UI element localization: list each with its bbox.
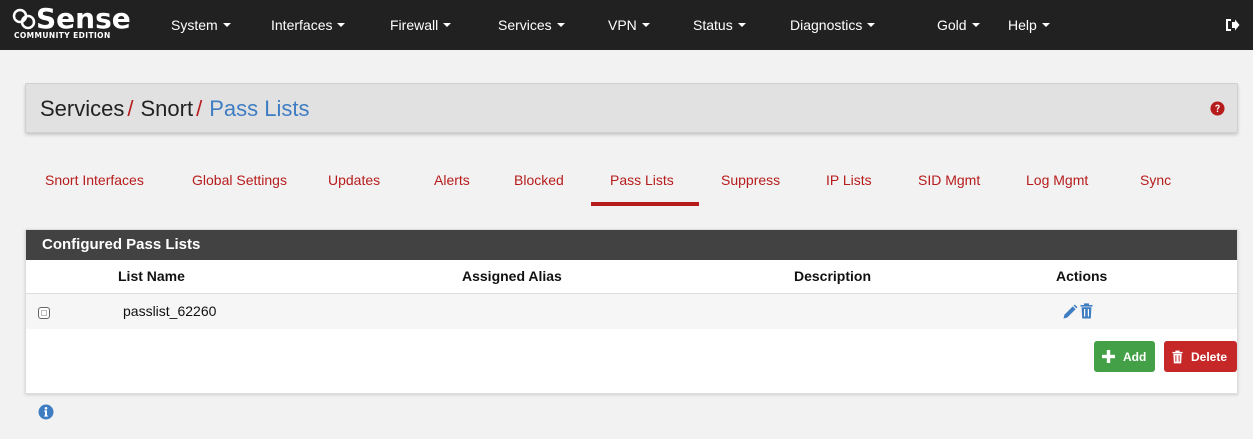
nav-help[interactable]: Help [1008,17,1050,33]
nav-status[interactable]: Status [693,17,746,33]
nav-system-label: System [171,17,218,33]
breadcrumb-pass-lists[interactable]: Pass Lists [209,96,309,121]
pfsense-logo[interactable]: Sense COMMUNITY EDITION [12,2,142,46]
tab-sid-mgmt[interactable]: SID Mgmt [918,172,980,188]
caret-down-icon [222,23,231,28]
logo-text: Sense [36,2,131,35]
sign-out-icon[interactable] [1223,16,1241,34]
panel-title: Configured Pass Lists [26,230,1237,260]
tab-updates[interactable]: Updates [328,172,380,188]
tab-suppress[interactable]: Suppress [721,172,780,188]
tab-sync[interactable]: Sync [1140,172,1171,188]
nav-gold-label: Gold [937,17,967,33]
tab-alerts[interactable]: Alerts [434,172,470,188]
breadcrumb-panel: Services / Snort / Pass Lists [25,83,1238,133]
breadcrumb-services[interactable]: Services [40,96,124,121]
column-header-description: Description [794,268,872,284]
caret-down-icon [971,23,980,28]
breadcrumb-separator: / [196,96,203,121]
nav-status-label: Status [693,17,733,33]
tab-global-settings[interactable]: Global Settings [192,172,287,188]
tab-blocked[interactable]: Blocked [514,172,564,188]
nav-gold[interactable]: Gold [937,17,980,33]
delete-button[interactable]: Delete [1164,341,1237,372]
nav-interfaces[interactable]: Interfaces [271,17,346,33]
tab-pass-lists[interactable]: Pass Lists [610,172,674,188]
tab-ip-lists[interactable]: IP Lists [826,172,872,188]
nav-vpn[interactable]: VPN [608,17,650,33]
caret-down-icon [641,23,650,28]
nav-firewall[interactable]: Firewall [390,17,452,33]
nav-diagnostics-label: Diagnostics [790,17,863,33]
active-tab-indicator [591,202,699,206]
tab-log-mgmt[interactable]: Log Mgmt [1026,172,1088,188]
caret-down-icon [443,23,452,28]
column-header-list-name: List Name [118,268,185,284]
column-header-assigned-alias: Assigned Alias [462,268,562,284]
logo-edition: COMMUNITY EDITION [14,31,111,40]
nav-diagnostics[interactable]: Diagnostics [790,17,876,33]
caret-down-icon [337,23,346,28]
row-select-checkbox[interactable] [38,307,50,319]
cell-list-name: passlist_62260 [123,303,217,319]
plus-icon [1102,350,1115,363]
breadcrumb-snort[interactable]: Snort [140,96,193,121]
breadcrumb-separator: / [127,96,134,121]
nav-system[interactable]: System [171,17,231,33]
column-header-actions: Actions [1056,268,1108,284]
delete-button-label: Delete [1191,349,1228,364]
caret-down-icon [867,23,876,28]
pass-lists-panel: Configured Pass Lists List Name Assigned… [25,229,1238,394]
nav-firewall-label: Firewall [390,17,439,33]
tab-snort-interfaces[interactable]: Snort Interfaces [45,172,144,188]
nav-interfaces-label: Interfaces [271,17,333,33]
caret-down-icon [737,23,746,28]
nav-help-label: Help [1008,17,1037,33]
add-button[interactable]: Add [1094,341,1155,372]
question-circle-icon[interactable] [1210,101,1225,116]
nav-services[interactable]: Services [498,17,565,33]
add-button-label: Add [1123,349,1147,364]
pencil-icon[interactable] [1062,304,1078,320]
top-navbar: Sense COMMUNITY EDITION System Interface… [0,0,1253,50]
nav-services-label: Services [498,17,552,33]
trash-icon[interactable] [1080,303,1093,319]
logo-mark-icon [12,8,36,30]
nav-vpn-label: VPN [608,17,637,33]
trash-icon [1172,350,1183,363]
breadcrumb: Services / Snort / Pass Lists [40,96,309,122]
info-circle-icon[interactable] [38,404,54,420]
caret-down-icon [1041,23,1050,28]
caret-down-icon [556,23,565,28]
